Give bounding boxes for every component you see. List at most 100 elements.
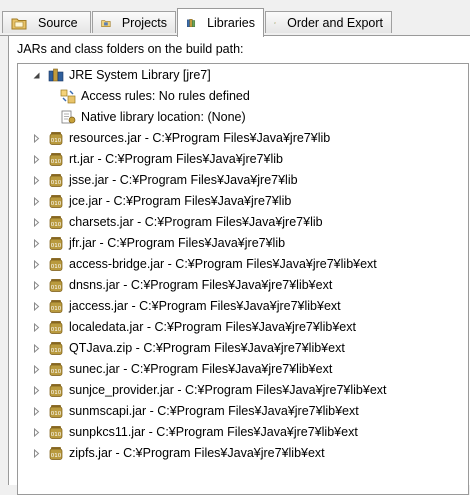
chevron-right-icon[interactable] <box>32 385 41 395</box>
jar-icon: 010 <box>48 424 64 440</box>
jar-label: jfr.jar - C:¥Program Files¥Java¥jre7¥lib <box>69 236 286 250</box>
svg-text:010: 010 <box>51 264 62 270</box>
chevron-right-icon[interactable] <box>32 154 41 164</box>
jar-icon: 010 <box>48 130 64 146</box>
chevron-right-icon[interactable] <box>32 217 41 227</box>
jar-icon: 010 <box>48 403 64 419</box>
jar-icon: 010 <box>48 193 64 209</box>
jar-icon: 010 <box>48 151 64 167</box>
tree-item-jar[interactable]: 010 rt.jar - C:¥Program Files¥Java¥jre7¥l… <box>32 149 283 169</box>
jar-icon: 010 <box>48 214 64 230</box>
tree-item-native-library[interactable]: Native library location: (None) <box>60 107 246 127</box>
tab-libraries-label: Libraries <box>207 16 255 30</box>
chevron-down-icon[interactable] <box>32 71 41 80</box>
chevron-right-icon[interactable] <box>32 448 41 458</box>
tab-order-export[interactable]: Order and Export <box>265 11 392 33</box>
svg-text:010: 010 <box>51 243 62 249</box>
build-path-tree[interactable]: JRE System Library [jre7] Access rules: … <box>17 63 469 495</box>
access-rules-label: Access rules: No rules defined <box>81 89 250 103</box>
jar-label: localedata.jar - C:¥Program Files¥Java¥j… <box>69 320 356 334</box>
jar-icon: 010 <box>48 382 64 398</box>
tree-item-jar[interactable]: 010 QTJava.zip - C:¥Program Files¥Java¥jr… <box>32 338 345 358</box>
jar-label: jsse.jar - C:¥Program Files¥Java¥jre7¥li… <box>69 173 298 187</box>
tree-item-jar[interactable]: 010 localedata.jar - C:¥Program Files¥Jav… <box>32 317 356 337</box>
native-library-label: Native library location: (None) <box>81 110 246 124</box>
svg-text:010: 010 <box>51 306 62 312</box>
tree-root-jre[interactable]: JRE System Library [jre7] <box>32 65 211 85</box>
tree-item-jar[interactable]: 010 sunpkcs11.jar - C:¥Program Files¥Java… <box>32 422 358 442</box>
tab-order-export-label: Order and Export <box>287 15 383 30</box>
svg-text:010: 010 <box>51 369 62 375</box>
chevron-right-icon[interactable] <box>32 259 41 269</box>
jar-icon: 010 <box>48 361 64 377</box>
native-library-icon <box>61 110 76 124</box>
access-rules-icon <box>60 89 76 104</box>
svg-text:010: 010 <box>51 180 62 186</box>
chevron-right-icon[interactable] <box>32 280 41 290</box>
tree-item-jar[interactable]: 010 jce.jar - C:¥Program Files¥Java¥jre7¥… <box>32 191 291 211</box>
tree-root-label: JRE System Library [jre7] <box>69 68 211 82</box>
chevron-right-icon[interactable] <box>32 343 41 353</box>
libraries-icon <box>187 19 196 27</box>
svg-text:010: 010 <box>51 327 62 333</box>
jar-label: dnsns.jar - C:¥Program Files¥Java¥jre7¥l… <box>69 278 333 292</box>
jar-label: zipfs.jar - C:¥Program Files¥Java¥jre7¥l… <box>69 446 325 460</box>
tree-item-jar[interactable]: 010 jfr.jar - C:¥Program Files¥Java¥jre7¥… <box>32 233 285 253</box>
tree-item-jar[interactable]: 010 zipfs.jar - C:¥Program Files¥Java¥jre… <box>32 443 325 463</box>
jar-icon: 010 <box>48 256 64 272</box>
tree-item-jar[interactable]: 010 sunec.jar - C:¥Program Files¥Java¥jre… <box>32 359 332 379</box>
chevron-right-icon[interactable] <box>32 301 41 311</box>
chevron-right-icon[interactable] <box>32 322 41 332</box>
chevron-right-icon[interactable] <box>32 406 41 416</box>
chevron-right-icon[interactable] <box>32 427 41 437</box>
chevron-right-icon[interactable] <box>32 238 41 248</box>
jar-icon: 010 <box>48 298 64 314</box>
jar-icon: 010 <box>48 172 64 188</box>
order-export-icon <box>274 21 276 24</box>
tree-item-access-rules[interactable]: Access rules: No rules defined <box>60 86 250 106</box>
jar-icon: 010 <box>48 445 64 461</box>
jar-label: jce.jar - C:¥Program Files¥Java¥jre7¥lib <box>69 194 292 208</box>
jar-icon: 010 <box>48 340 64 356</box>
tab-libraries[interactable]: Libraries <box>177 8 264 37</box>
jar-label: sunpkcs11.jar - C:¥Program Files¥Java¥jr… <box>69 425 358 439</box>
tree-item-jar[interactable]: 010 charsets.jar - C:¥Program Files¥Java¥… <box>32 212 323 232</box>
library-icon <box>48 68 64 82</box>
tree-item-jar[interactable]: 010 jaccess.jar - C:¥Program Files¥Java¥j… <box>32 296 341 316</box>
tree-item-jar[interactable]: 010 jsse.jar - C:¥Program Files¥Java¥jre7… <box>32 170 298 190</box>
source-folder-icon <box>11 18 27 29</box>
tab-projects[interactable]: Projects <box>92 11 176 33</box>
svg-text:010: 010 <box>51 453 62 459</box>
jar-label: jaccess.jar - C:¥Program Files¥Java¥jre7… <box>69 299 341 313</box>
jar-icon: 010 <box>48 319 64 335</box>
tree-item-jar[interactable]: 010 dnsns.jar - C:¥Program Files¥Java¥jre… <box>32 275 332 295</box>
chevron-right-icon[interactable] <box>32 175 41 185</box>
jar-label: sunmscapi.jar - C:¥Program Files¥Java¥jr… <box>69 404 359 418</box>
jar-label: rt.jar - C:¥Program Files¥Java¥jre7¥lib <box>69 152 283 166</box>
jar-label: QTJava.zip - C:¥Program Files¥Java¥jre7¥… <box>69 341 345 355</box>
svg-text:010: 010 <box>51 432 62 438</box>
jar-label: sunec.jar - C:¥Program Files¥Java¥jre7¥l… <box>69 362 333 376</box>
tree-item-jar[interactable]: 010 sunmscapi.jar - C:¥Program Files¥Java… <box>32 401 359 421</box>
tab-source-label: Source <box>38 15 78 30</box>
tree-item-jar[interactable]: 010 access-bridge.jar - C:¥Program Files¥… <box>32 254 377 274</box>
chevron-right-icon[interactable] <box>32 196 41 206</box>
jar-label: sunjce_provider.jar - C:¥Program Files¥J… <box>69 383 387 397</box>
tab-source[interactable]: Source <box>2 11 91 33</box>
svg-text:010: 010 <box>51 411 62 417</box>
tree-item-jar[interactable]: 010 sunjce_provider.jar - C:¥Program File… <box>32 380 387 400</box>
chevron-right-icon[interactable] <box>32 133 41 143</box>
svg-text:010: 010 <box>51 138 62 144</box>
projects-icon <box>101 19 111 27</box>
svg-text:010: 010 <box>51 348 62 354</box>
chevron-right-icon[interactable] <box>32 364 41 374</box>
tab-bar: Source Projects Libraries Order and Expo… <box>0 0 470 37</box>
jar-label: resources.jar - C:¥Program Files¥Java¥jr… <box>69 131 331 145</box>
svg-text:010: 010 <box>51 390 62 396</box>
tab-projects-label: Projects <box>121 15 167 30</box>
libraries-panel: JARs and class folders on the build path… <box>8 36 470 495</box>
build-path-heading: JARs and class folders on the build path… <box>17 42 244 56</box>
tree-item-jar[interactable]: 010 resources.jar - C:¥Program Files¥Java… <box>32 128 330 148</box>
svg-text:010: 010 <box>51 222 62 228</box>
jar-label: access-bridge.jar - C:¥Program Files¥Jav… <box>69 257 377 271</box>
